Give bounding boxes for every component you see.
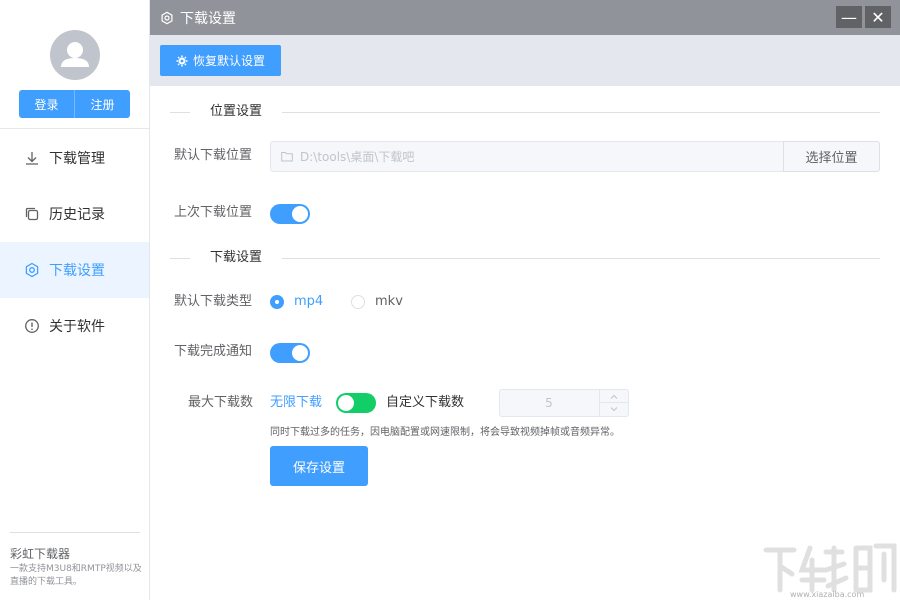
watermark-url: www.xiazaiba.com xyxy=(790,590,864,599)
choose-location-button[interactable]: 选择位置 xyxy=(783,141,880,172)
radio-mp4[interactable]: mp4 xyxy=(270,294,323,309)
default-path-label: 默认下载位置 xyxy=(174,146,252,166)
sidebar: 登录 注册 下载管理 历史记录 下载设置 关于软件 xyxy=(0,0,150,600)
custom-count-option[interactable]: 自定义下载数 xyxy=(386,393,464,413)
save-settings-button[interactable]: 保存设置 xyxy=(270,446,368,486)
chevron-down-icon xyxy=(610,407,618,412)
radio-dot xyxy=(351,295,365,309)
increment-button[interactable] xyxy=(600,390,628,403)
max-downloads-stepper[interactable]: 5 xyxy=(499,389,629,417)
radio-dot xyxy=(270,295,284,309)
radio-mkv[interactable]: mkv xyxy=(351,294,403,309)
gear-icon xyxy=(160,11,174,25)
radio-label: mp4 xyxy=(294,294,323,309)
gear-icon xyxy=(24,262,40,278)
last-path-toggle[interactable] xyxy=(270,204,310,224)
max-downloads-hint: 同时下载过多的任务，因电脑配置或网速限制，将会导致视频掉帧或音频异常。 xyxy=(270,423,620,438)
footer-divider xyxy=(10,532,140,533)
divider xyxy=(282,258,880,259)
info-icon xyxy=(24,318,40,334)
cog-icon xyxy=(176,55,188,67)
toggle-knob xyxy=(292,345,308,361)
toolbar: 恢复默认设置 xyxy=(150,35,900,86)
stepper-arrows xyxy=(599,390,628,416)
location-section-header: 位置设置 xyxy=(170,102,880,122)
notify-label: 下载完成通知 xyxy=(174,342,252,362)
stepper-value[interactable]: 5 xyxy=(500,390,598,416)
decrement-button[interactable] xyxy=(600,403,628,416)
download-icon xyxy=(24,150,40,166)
toggle-knob xyxy=(292,206,308,222)
restore-defaults-button[interactable]: 恢复默认设置 xyxy=(160,45,281,76)
restore-defaults-label: 恢复默认设置 xyxy=(193,52,265,69)
default-path-input[interactable]: D:\tools\桌面\下载吧 xyxy=(270,141,784,172)
sidebar-divider xyxy=(0,128,150,129)
window-title: 下载设置 xyxy=(160,0,236,35)
section-title: 位置设置 xyxy=(210,102,262,122)
radio-label: mkv xyxy=(375,294,403,309)
user-icon xyxy=(50,30,100,80)
divider xyxy=(170,112,190,113)
unlimited-option[interactable]: 无限下载 xyxy=(270,393,322,413)
download-type-label: 默认下载类型 xyxy=(174,292,252,312)
sidebar-item-download-manager[interactable]: 下载管理 xyxy=(0,130,149,186)
section-title: 下载设置 xyxy=(210,248,262,268)
login-button[interactable]: 登录 xyxy=(19,90,75,118)
avatar[interactable] xyxy=(50,30,100,80)
unlimited-custom-toggle[interactable] xyxy=(336,393,376,413)
history-icon xyxy=(24,206,40,222)
folder-icon xyxy=(281,151,293,162)
minimize-icon: — xyxy=(841,8,857,27)
sidebar-nav: 下载管理 历史记录 下载设置 关于软件 xyxy=(0,130,149,354)
close-button[interactable]: ✕ xyxy=(865,6,891,28)
notify-toggle[interactable] xyxy=(270,343,310,363)
download-section-header: 下载设置 xyxy=(170,248,880,268)
max-downloads-label: 最大下载数 xyxy=(188,393,253,413)
app-name: 彩虹下载器 xyxy=(10,545,70,562)
sidebar-item-about[interactable]: 关于软件 xyxy=(0,298,149,354)
sidebar-item-label: 历史记录 xyxy=(49,204,105,224)
window-title-text: 下载设置 xyxy=(180,8,236,28)
divider xyxy=(282,112,880,113)
watermark-logo xyxy=(762,540,898,596)
default-path-value: D:\tools\桌面\下载吧 xyxy=(300,148,414,165)
divider xyxy=(170,258,190,259)
title-bar: 下载设置 — ✕ xyxy=(150,0,900,35)
app-description: 一款支持M3U8和RMTP视频以及直播的下载工具。 xyxy=(10,563,142,589)
sidebar-item-label: 下载设置 xyxy=(49,260,105,280)
sidebar-item-label: 关于软件 xyxy=(49,316,105,336)
register-button[interactable]: 注册 xyxy=(75,90,130,118)
sidebar-item-label: 下载管理 xyxy=(49,148,105,168)
chevron-up-icon xyxy=(610,394,618,399)
last-path-label: 上次下载位置 xyxy=(174,203,252,223)
toggle-knob xyxy=(338,395,354,411)
minimize-button[interactable]: — xyxy=(836,6,862,28)
sidebar-item-download-settings[interactable]: 下载设置 xyxy=(0,242,149,298)
sidebar-item-history[interactable]: 历史记录 xyxy=(0,186,149,242)
close-icon: ✕ xyxy=(871,8,884,27)
auth-buttons: 登录 注册 xyxy=(19,90,130,118)
